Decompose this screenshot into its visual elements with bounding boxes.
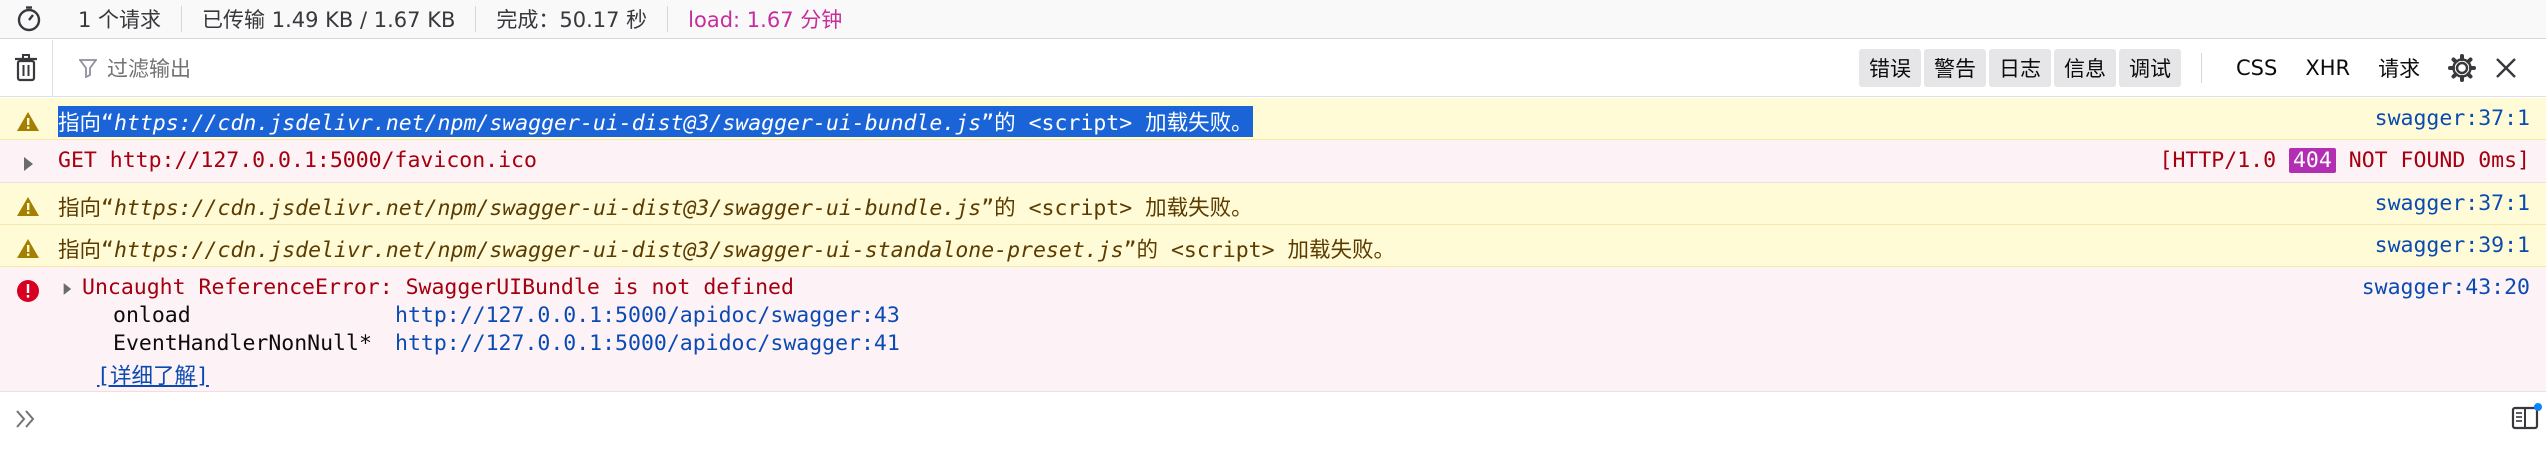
settings-button[interactable] [2440,40,2484,96]
filter-requests-button[interactable]: 请求 [2364,53,2434,83]
stack-frame: onload http://127.0.0.1:5000/apidoc/swagg… [113,303,900,328]
timer-icon [0,0,58,38]
script-url[interactable]: https://cdn.jsdelivr.net/npm/swagger-ui-… [114,238,1124,263]
script-url[interactable]: https://cdn.jsdelivr.net/npm/swagger-ui-… [114,196,981,221]
network-request-text[interactable]: GET http://127.0.0.1:5000/favicon.ico [58,148,537,173]
load-time: load: 1.67 分钟 [688,8,843,32]
filter-icon [79,59,97,78]
filter-logs-button[interactable]: 日志 [1989,49,2051,87]
filter-css-button[interactable]: CSS [2222,56,2291,80]
console-message-warning[interactable]: 指向“https://cdn.jsdelivr.net/npm/swagger-… [0,98,2546,140]
gear-icon [2448,54,2477,82]
finish-time: 完成：50.17 秒 [476,6,669,32]
stack-function: EventHandlerNonNull* [113,331,372,356]
log-level-filters: 错误 警告 日志 信息 调试 [1859,49,2181,87]
console-input[interactable] [56,398,2486,438]
prompt-chevron-icon [16,410,35,428]
stack-frame: EventHandlerNonNull* http://127.0.0.1:500… [113,331,900,356]
source-location-link[interactable]: swagger:39:1 [2375,233,2530,258]
clear-console-button[interactable] [0,40,52,96]
expand-arrow-icon[interactable] [16,152,40,176]
close-devtools-button[interactable] [2484,40,2528,96]
source-location-link[interactable]: swagger:37:1 [2375,106,2530,131]
warning-icon [17,197,39,216]
filter-placeholder: 过滤输出 [107,57,191,81]
filter-errors-button[interactable]: 错误 [1859,49,1921,87]
trash-icon [15,54,37,82]
close-icon [2496,58,2516,78]
source-location-link[interactable]: swagger:43:20 [2362,275,2530,300]
warning-icon [17,239,39,258]
filter-input[interactable]: 过滤输出 [52,40,1839,96]
stack-location-link[interactable]: http://127.0.0.1:5000/apidoc/swagger:43 [395,303,900,328]
console-toolbar: 过滤输出 错误 警告 日志 信息 调试 CSS XHR 请求 [0,40,2546,97]
filter-info-button[interactable]: 信息 [2054,49,2116,87]
learn-more-link[interactable]: [详细了解] [97,359,209,390]
stack-function: onload [113,303,191,328]
split-console-icon[interactable] [2510,402,2542,434]
warning-icon [17,112,39,131]
warning-message-text: 指向“https://cdn.jsdelivr.net/npm/swagger-… [58,196,1253,221]
console-message-network[interactable]: GET http://127.0.0.1:5000/favicon.ico [H… [0,140,2546,183]
transferred-size: 已传输 1.49 KB / 1.67 KB [182,6,477,32]
console-input-row[interactable] [0,392,2546,444]
stack-location-link[interactable]: http://127.0.0.1:5000/apidoc/swagger:41 [395,331,900,356]
error-message-text[interactable]: Uncaught ReferenceError: SwaggerUIBundle… [82,275,794,300]
status-code-badge: 404 [2288,148,2336,173]
script-url[interactable]: https://cdn.jsdelivr.net/npm/swagger-ui-… [114,111,981,136]
filter-warnings-button[interactable]: 警告 [1924,49,1986,87]
source-location-link[interactable]: swagger:37:1 [2375,191,2530,216]
toolbar-divider [2201,53,2202,83]
warning-message-text: 指向“https://cdn.jsdelivr.net/npm/swagger-… [58,106,1253,137]
filter-debug-button[interactable]: 调试 [2119,49,2181,87]
warning-message-text: 指向“https://cdn.jsdelivr.net/npm/swagger-… [58,238,1395,263]
console-message-warning[interactable]: 指向“https://cdn.jsdelivr.net/npm/swagger-… [0,183,2546,225]
console-message-error[interactable]: Uncaught ReferenceError: SwaggerUIBundle… [0,267,2546,392]
filter-xhr-button[interactable]: XHR [2291,56,2364,80]
expand-arrow-icon[interactable] [57,279,77,299]
network-summary-bar: 1 个请求 已传输 1.49 KB / 1.67 KB 完成：50.17 秒 l… [0,0,2546,39]
error-icon [17,280,39,302]
request-count: 1 个请求 [58,6,183,32]
http-status: [HTTP/1.0 404 NOT FOUND 0ms] [2159,148,2530,173]
console-message-warning[interactable]: 指向“https://cdn.jsdelivr.net/npm/swagger-… [0,225,2546,267]
